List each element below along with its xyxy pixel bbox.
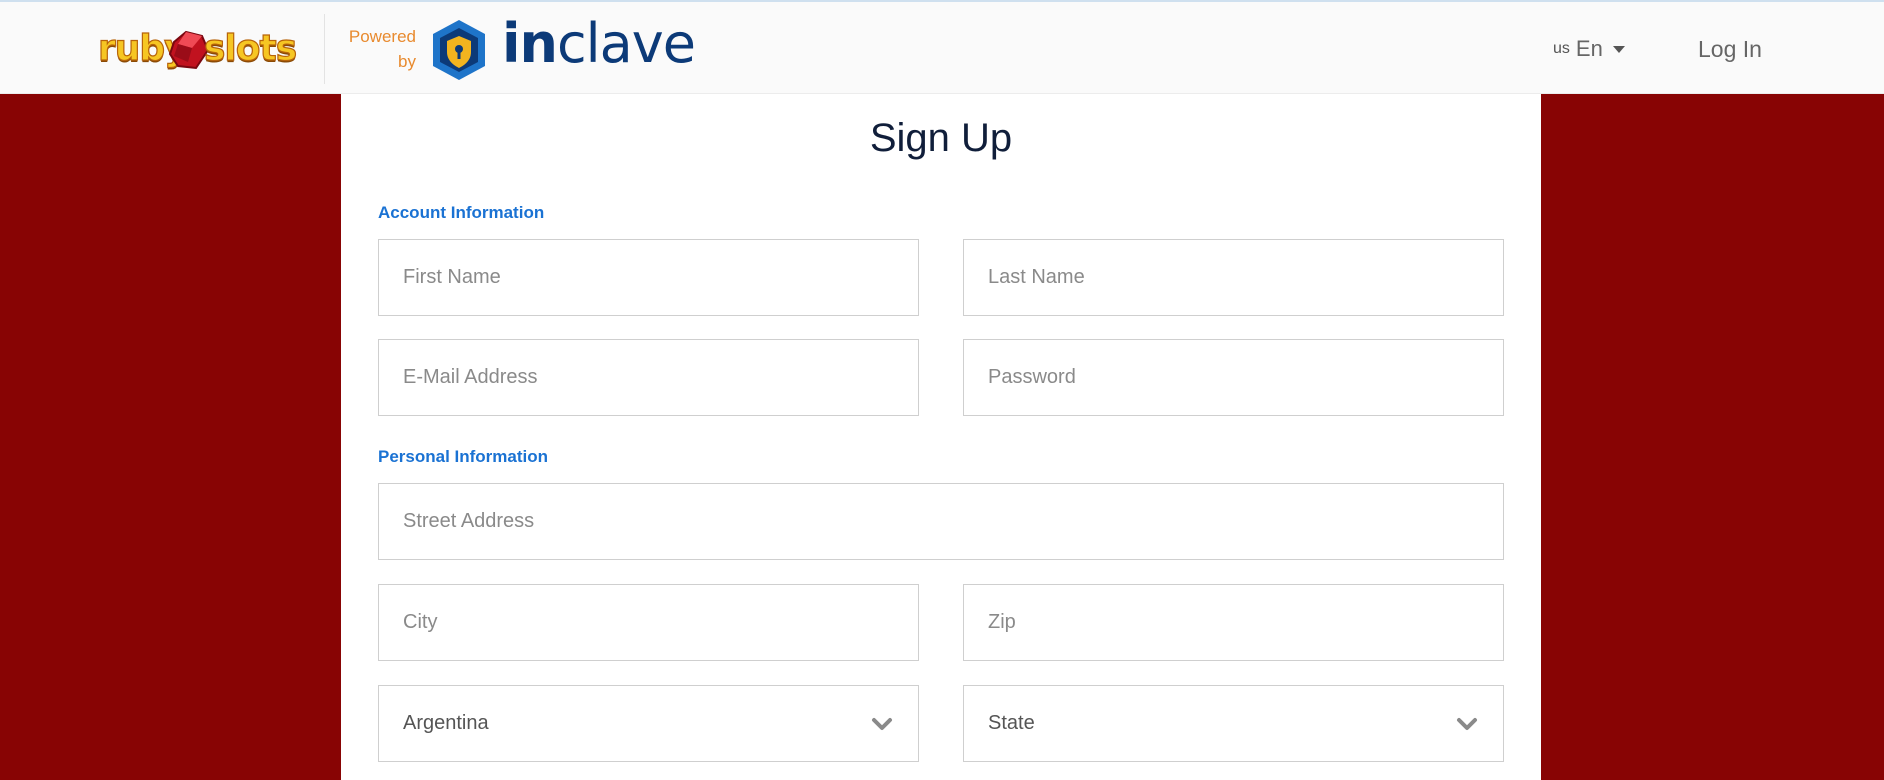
state-select-value: State [988,712,1035,734]
signup-card: Sign Up Account Information Personal Inf… [341,94,1541,780]
country-select-value: Argentina [403,712,489,734]
language-label: En [1575,36,1603,61]
last-name-input[interactable] [963,239,1504,316]
account-information-heading: Account Information [378,203,545,222]
ruby-slots-logo[interactable]: ruby slots [96,24,297,80]
login-link[interactable]: Log In [1698,36,1762,63]
inclave-wordmark[interactable]: inclave [502,12,696,75]
street-address-input[interactable] [378,483,1504,560]
state-select[interactable]: State [963,685,1504,762]
language-selector[interactable]: us En [1553,36,1625,62]
caret-down-icon [1612,45,1625,53]
header-divider [324,14,325,84]
wordmark-rest: clave [556,12,696,75]
chevron-down-icon [872,717,892,730]
personal-information-heading: Personal Information [378,447,549,466]
site-header: ruby slots Powered by inclave us En Log … [0,2,1884,94]
city-input[interactable] [378,584,919,661]
page-title: Sign Up [869,116,1013,160]
country-select[interactable]: Argentina [378,685,919,762]
wordmark-bold: in [502,12,558,75]
email-input[interactable] [378,339,919,416]
powered-by-label: Powered by [348,27,416,71]
inclave-shield-icon[interactable] [430,18,488,82]
password-input[interactable] [963,339,1504,416]
chevron-down-icon [1457,717,1477,730]
first-name-input[interactable] [378,239,919,316]
us-flag-icon: us [1553,40,1570,57]
zip-input[interactable] [963,584,1504,661]
logo-word-slots: slots [203,27,297,69]
